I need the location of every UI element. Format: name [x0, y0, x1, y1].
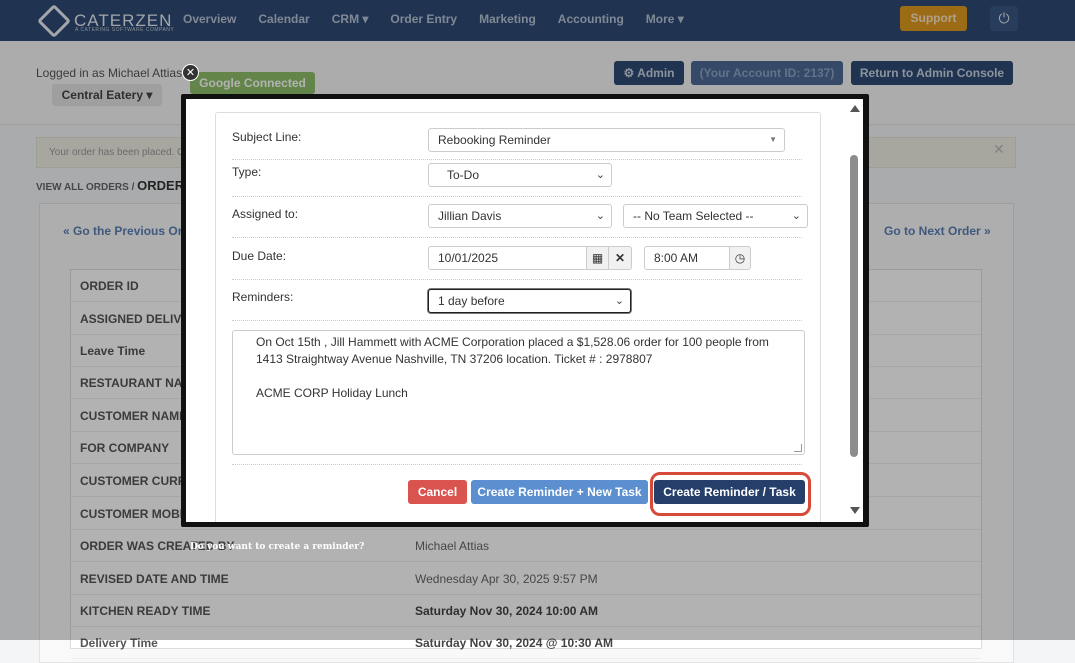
notes-line: 1413 Straightway Avenue Nashville, TN 37… [256, 352, 653, 366]
subject-value: Rebooking Reminder [438, 133, 551, 147]
reminders-select[interactable]: 1 day before ⌄ [428, 289, 631, 313]
resize-handle-icon[interactable] [794, 444, 802, 452]
chevron-down-icon: ▼ [769, 135, 777, 144]
type-row: Type: To-Do ⌄ [232, 160, 802, 197]
cancel-button[interactable]: Cancel [408, 480, 467, 504]
reminder-modal-body: Subject Line: Rebooking Reminder ▼ Type:… [186, 99, 863, 522]
type-select[interactable]: To-Do ⌄ [428, 163, 612, 187]
tutorial-caption: Do you want to create a reminder? [190, 542, 365, 552]
notes-line: ACME CORP Holiday Lunch [256, 386, 408, 400]
calendar-icon[interactable]: ▦ [586, 246, 609, 270]
due-time-input[interactable]: 8:00 AM [644, 246, 730, 270]
team-select[interactable]: -- No Team Selected -- ⌄ [623, 204, 808, 228]
notes-line: On Oct 15th , Jill Hammett with ACME Cor… [256, 335, 769, 349]
reminder-form: Subject Line: Rebooking Reminder ▼ Type:… [215, 112, 821, 522]
due-date-label: Due Date: [232, 249, 287, 263]
reminder-modal: Subject Line: Rebooking Reminder ▼ Type:… [181, 94, 869, 527]
team-value: -- No Team Selected -- [633, 209, 754, 223]
assignee-value: Jillian Davis [438, 209, 502, 223]
divider [232, 464, 802, 465]
modal-scrollbar[interactable] [847, 99, 863, 522]
due-date-input[interactable]: 10/01/2025 [428, 246, 587, 270]
chevron-down-icon: ⌄ [595, 210, 605, 222]
subject-select[interactable]: Rebooking Reminder ▼ [428, 128, 785, 152]
subject-label: Subject Line: [232, 130, 302, 144]
create-reminder-new-task-button[interactable]: Create Reminder + New Task [471, 480, 648, 504]
reminders-label: Reminders: [232, 290, 294, 304]
assignee-select[interactable]: Jillian Davis ⌄ [428, 204, 612, 228]
type-label: Type: [232, 165, 262, 179]
scroll-down-icon[interactable] [850, 507, 860, 514]
reminder-notes-textarea[interactable]: On Oct 15th , Jill Hammett with ACME Cor… [232, 330, 805, 455]
highlight-ring [650, 472, 811, 516]
clock-icon[interactable]: ◷ [729, 246, 751, 270]
assigned-label: Assigned to: [232, 207, 299, 221]
chevron-down-icon: ⌄ [791, 210, 801, 222]
scrollbar-thumb[interactable] [850, 155, 858, 457]
subject-row: Subject Line: Rebooking Reminder ▼ [232, 123, 802, 160]
close-icon[interactable]: ✕ [608, 246, 632, 270]
chevron-down-icon: ⌄ [595, 169, 605, 181]
reminders-row: Reminders: 1 day before ⌄ [232, 280, 802, 321]
assigned-row: Assigned to: Jillian Davis ⌄ -- No Team … [232, 197, 808, 238]
scroll-up-icon[interactable] [850, 105, 860, 112]
chevron-down-icon: ⌄ [614, 295, 624, 307]
due-date-row: Due Date: 10/01/2025 ▦ ✕ 8:00 AM ◷ [232, 238, 802, 280]
type-value: To-Do [447, 168, 480, 182]
reminders-value: 1 day before [438, 294, 505, 308]
close-icon[interactable]: ✕ [182, 64, 199, 81]
